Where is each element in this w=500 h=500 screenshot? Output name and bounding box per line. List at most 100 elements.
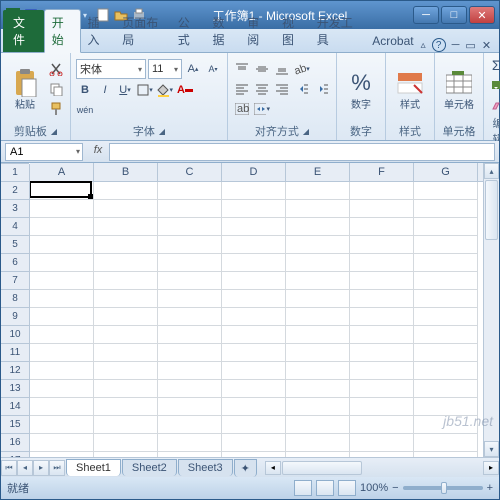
tab-acrobat[interactable]: Acrobat (365, 30, 420, 52)
cell[interactable] (94, 434, 158, 452)
cell[interactable] (350, 182, 414, 200)
cell[interactable] (30, 326, 94, 344)
zoom-in-icon[interactable]: + (487, 482, 493, 494)
zoom-slider[interactable] (403, 486, 483, 490)
row-header[interactable]: 3 (1, 200, 29, 218)
cell[interactable] (94, 416, 158, 434)
cell[interactable] (414, 362, 478, 380)
cell[interactable] (158, 452, 222, 457)
cell[interactable] (414, 326, 478, 344)
cell[interactable] (222, 452, 286, 457)
cell[interactable] (350, 308, 414, 326)
cell[interactable] (350, 398, 414, 416)
row-header[interactable]: 10 (1, 326, 29, 344)
row-header[interactable]: 13 (1, 380, 29, 398)
cell[interactable] (30, 434, 94, 452)
fill-icon[interactable]: ▾ (489, 76, 500, 94)
increase-font-icon[interactable]: A▴ (184, 60, 202, 78)
tab-data[interactable]: 数据 (205, 10, 240, 52)
cell[interactable] (286, 290, 350, 308)
cell[interactable] (158, 344, 222, 362)
cell[interactable] (222, 272, 286, 290)
column-header[interactable]: E (286, 163, 350, 181)
align-top-icon[interactable] (233, 60, 251, 78)
font-size-combo[interactable]: 11▾ (148, 59, 182, 79)
cell[interactable] (158, 272, 222, 290)
scroll-right-icon[interactable]: ▸ (483, 461, 499, 475)
cell[interactable] (222, 380, 286, 398)
cell[interactable] (222, 434, 286, 452)
cell[interactable] (350, 326, 414, 344)
cell[interactable] (222, 326, 286, 344)
cell[interactable] (30, 344, 94, 362)
cell[interactable] (350, 416, 414, 434)
align-bottom-icon[interactable] (273, 60, 291, 78)
cell[interactable] (350, 236, 414, 254)
cell[interactable] (222, 398, 286, 416)
format-painter-icon[interactable] (47, 100, 65, 118)
cell[interactable] (30, 182, 94, 200)
fill-color-icon[interactable]: ▾ (156, 81, 174, 99)
cell[interactable] (30, 380, 94, 398)
italic-button[interactable]: I (96, 81, 114, 99)
cell[interactable] (414, 380, 478, 398)
cell[interactable] (350, 380, 414, 398)
cell[interactable] (222, 290, 286, 308)
cell[interactable] (94, 398, 158, 416)
scroll-left-icon[interactable]: ◂ (265, 461, 281, 475)
column-header[interactable]: B (94, 163, 158, 181)
bold-button[interactable]: B (76, 81, 94, 99)
cell[interactable] (414, 434, 478, 452)
fx-icon[interactable]: fx (90, 144, 106, 160)
cell[interactable] (350, 200, 414, 218)
border-icon[interactable]: ▾ (136, 81, 154, 99)
cell[interactable] (94, 272, 158, 290)
cell[interactable] (222, 308, 286, 326)
cell[interactable] (158, 362, 222, 380)
cell[interactable] (158, 290, 222, 308)
cell[interactable] (414, 308, 478, 326)
cell[interactable] (286, 326, 350, 344)
cell[interactable] (94, 218, 158, 236)
cell[interactable] (94, 254, 158, 272)
cell[interactable] (414, 200, 478, 218)
cell[interactable] (286, 416, 350, 434)
cell[interactable] (286, 200, 350, 218)
font-color-icon[interactable]: A (176, 81, 194, 99)
cell[interactable] (158, 254, 222, 272)
view-layout-icon[interactable] (316, 480, 334, 496)
tab-page-layout[interactable]: 页面布局 (115, 10, 170, 52)
cell[interactable] (94, 308, 158, 326)
cell[interactable] (94, 182, 158, 200)
row-header[interactable]: 7 (1, 272, 29, 290)
minimize-button[interactable]: ─ (413, 6, 439, 24)
cell[interactable] (414, 272, 478, 290)
increase-indent-icon[interactable] (313, 80, 331, 98)
column-header[interactable]: D (222, 163, 286, 181)
cell[interactable] (94, 200, 158, 218)
scroll-thumb-h[interactable] (282, 461, 362, 475)
cell[interactable] (222, 362, 286, 380)
cell[interactable] (286, 254, 350, 272)
clear-icon[interactable]: ▾ (489, 96, 500, 114)
scroll-thumb[interactable] (485, 180, 498, 240)
cell[interactable] (350, 290, 414, 308)
row-header[interactable]: 15 (1, 416, 29, 434)
font-launcher-icon[interactable]: ◢ (159, 127, 165, 136)
cell[interactable] (222, 236, 286, 254)
wb-restore-icon[interactable]: ▭ (465, 39, 475, 52)
tab-formulas[interactable]: 公式 (171, 10, 206, 52)
cell[interactable] (30, 200, 94, 218)
phonetic-icon[interactable]: wén (76, 101, 94, 119)
cell[interactable] (94, 326, 158, 344)
sheet-tab[interactable]: Sheet1 (66, 459, 121, 476)
cell[interactable] (286, 308, 350, 326)
cell[interactable] (94, 290, 158, 308)
cell[interactable] (286, 380, 350, 398)
row-header[interactable]: 6 (1, 254, 29, 272)
cell[interactable] (158, 236, 222, 254)
cell[interactable] (158, 182, 222, 200)
merge-icon[interactable]: ▾ (253, 100, 271, 118)
cell[interactable] (414, 416, 478, 434)
horizontal-scrollbar[interactable]: ◂ ▸ (265, 461, 499, 475)
